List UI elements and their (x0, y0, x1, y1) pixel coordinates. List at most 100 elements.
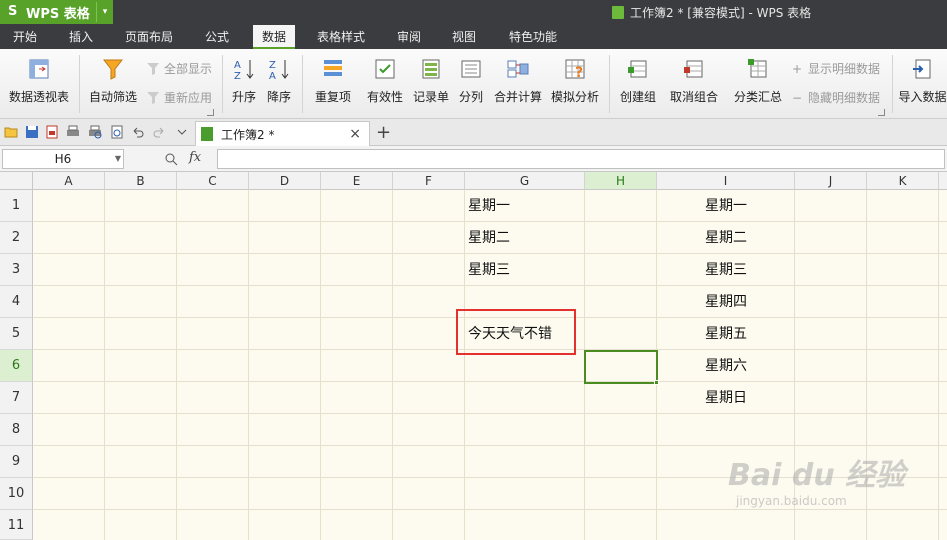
tab-page-layout[interactable]: 页面布局 (116, 25, 182, 49)
select-all-corner[interactable] (0, 172, 33, 190)
sort-ascending-button[interactable]: AZ 升序 (228, 57, 260, 105)
autofilter-button[interactable]: 自动筛选 (86, 57, 140, 105)
new-tab-button[interactable]: + (376, 122, 391, 143)
reapply-button[interactable]: 重新应用 (146, 89, 212, 106)
create-group-button[interactable]: 创建组 (616, 57, 660, 105)
row-header-6[interactable]: 6 (0, 350, 33, 382)
text-to-columns-icon (461, 60, 481, 78)
name-box[interactable]: H6 ▼ (2, 149, 124, 169)
row-header-9[interactable]: 9 (0, 446, 33, 478)
column-header-h[interactable]: H (585, 172, 657, 190)
quick-access-bar: 工作簿2 * × + (0, 119, 947, 146)
tab-features[interactable]: 特色功能 (498, 25, 568, 49)
open-folder-icon[interactable] (4, 125, 18, 139)
what-if-analysis-button[interactable]: ? 模拟分析 (548, 57, 602, 105)
row-header-10[interactable]: 10 (0, 478, 33, 510)
close-icon[interactable]: × (349, 126, 361, 142)
tab-insert[interactable]: 插入 (55, 25, 107, 49)
row-header-4[interactable]: 4 (0, 286, 33, 318)
ungroup-button[interactable]: 取消组合 (663, 57, 725, 105)
column-header-e[interactable]: E (321, 172, 393, 190)
cell-i5[interactable]: 星期五 (657, 318, 795, 350)
formula-input[interactable] (217, 149, 945, 169)
document-tab[interactable]: 工作簿2 * × (195, 121, 370, 146)
cell-i7[interactable]: 星期日 (657, 382, 795, 414)
dialog-launcher-icon[interactable] (878, 109, 885, 116)
row-header-1[interactable]: 1 (0, 190, 33, 222)
import-data-button[interactable]: 导入数据 (898, 57, 947, 105)
app-menu-button[interactable]: S WPS 表格 ▾ (0, 0, 113, 24)
preview-icon[interactable] (110, 125, 124, 139)
print-icon[interactable] (66, 125, 80, 139)
redo-icon[interactable] (152, 125, 166, 139)
svg-text:A: A (269, 71, 276, 81)
cell-g1[interactable]: 星期一 (468, 190, 510, 222)
divider (222, 55, 223, 113)
column-header-i[interactable]: I (657, 172, 795, 190)
show-all-button[interactable]: 全部显示 (146, 60, 212, 77)
print-preview-icon[interactable] (88, 125, 102, 139)
tab-table-style[interactable]: 表格样式 (306, 25, 376, 49)
row-header-7[interactable]: 7 (0, 382, 33, 414)
dialog-launcher-icon[interactable] (207, 109, 214, 116)
column-header-k[interactable]: K (867, 172, 939, 190)
window-title-text: 工作簿2 * [兼容模式] - WPS 表格 (630, 6, 812, 20)
cell-g2[interactable]: 星期二 (468, 222, 510, 254)
cell-i3[interactable]: 星期三 (657, 254, 795, 286)
save-icon[interactable] (25, 125, 39, 139)
grid-line (33, 381, 947, 382)
import-data-icon (912, 59, 930, 79)
fill-handle[interactable] (654, 380, 659, 385)
column-header-g[interactable]: G (465, 172, 585, 190)
record-form-button[interactable]: 记录单 (410, 57, 452, 105)
tab-review[interactable]: 审阅 (386, 25, 432, 49)
row-header-3[interactable]: 3 (0, 254, 33, 286)
app-name: WPS 表格 (26, 6, 90, 22)
ungroup-label: 取消组合 (669, 90, 718, 104)
highlight-annotation (456, 309, 576, 355)
column-header-b[interactable]: B (105, 172, 177, 190)
grid-line (33, 413, 947, 414)
duplicates-button[interactable]: 重复项 (308, 57, 358, 105)
tab-data[interactable]: 数据 (253, 25, 295, 49)
chevron-down-icon[interactable]: ▾ (96, 2, 113, 22)
hide-detail-button[interactable]: − 隐藏明细数据 (790, 89, 880, 106)
active-cell-h6[interactable] (584, 350, 658, 384)
validation-button[interactable]: 有效性 (363, 57, 407, 105)
divider (892, 55, 893, 113)
zoom-icon[interactable] (164, 152, 178, 166)
grid-line (938, 190, 939, 540)
cell-g3[interactable]: 星期三 (468, 254, 510, 286)
row-header-11[interactable]: 11 (0, 510, 33, 540)
subtotal-button[interactable]: 分类汇总 (730, 57, 786, 105)
sort-descending-button[interactable]: ZA 降序 (263, 57, 295, 105)
column-header-a[interactable]: A (33, 172, 105, 190)
cell-i4[interactable]: 星期四 (657, 286, 795, 318)
text-to-columns-button[interactable]: 分列 (455, 57, 487, 105)
customize-dropdown-icon[interactable] (175, 125, 189, 139)
show-detail-button[interactable]: + 显示明细数据 (790, 60, 880, 77)
spreadsheet-icon (612, 6, 624, 19)
chevron-down-icon[interactable]: ▼ (115, 150, 121, 168)
title-bar: S WPS 表格 ▾ 工作簿2 * [兼容模式] - WPS 表格 (0, 0, 947, 25)
undo-icon[interactable] (131, 125, 145, 139)
export-pdf-icon[interactable] (45, 125, 59, 139)
consolidate-button[interactable]: 合并计算 (490, 57, 546, 105)
column-header-d[interactable]: D (249, 172, 321, 190)
row-header-2[interactable]: 2 (0, 222, 33, 254)
tab-home[interactable]: 开始 (0, 25, 50, 49)
cell-i2[interactable]: 星期二 (657, 222, 795, 254)
validation-icon (375, 59, 395, 79)
pivot-table-button[interactable]: 数据透视表 (6, 57, 72, 105)
record-form-icon (422, 59, 440, 79)
column-header-j[interactable]: J (795, 172, 867, 190)
cell-i6[interactable]: 星期六 (657, 350, 795, 382)
row-header-5[interactable]: 5 (0, 318, 33, 350)
column-header-f[interactable]: F (393, 172, 465, 190)
tab-view[interactable]: 视图 (441, 25, 487, 49)
row-header-8[interactable]: 8 (0, 414, 33, 446)
function-icon[interactable]: fx (189, 150, 201, 165)
tab-formulas[interactable]: 公式 (192, 25, 242, 49)
column-header-c[interactable]: C (177, 172, 249, 190)
cell-i1[interactable]: 星期一 (657, 190, 795, 222)
